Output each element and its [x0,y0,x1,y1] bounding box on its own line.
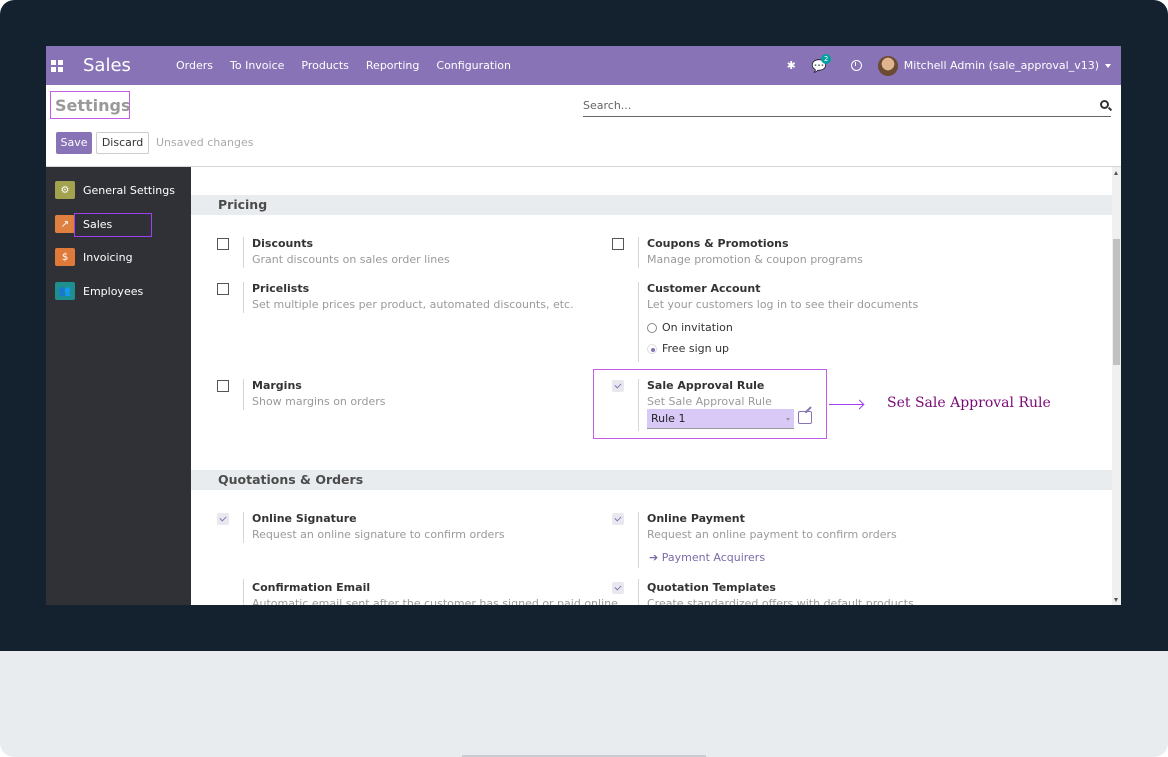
search-input[interactable]: Search... [583,96,1111,117]
menu-orders[interactable]: Orders [176,59,213,72]
section-header-quotations: Quotations & Orders [191,470,1112,490]
sale-approval-checkbox[interactable] [612,380,624,392]
scroll-up-icon[interactable] [1114,171,1118,175]
app-brand[interactable]: Sales [83,55,165,76]
online-payment-checkbox[interactable] [612,513,624,525]
customer-account-desc: Let your customers log in to see their d… [647,298,919,311]
payment-acquirers-link[interactable]: ➔ Payment Acquirers [649,551,765,564]
quotation-templates-title: Quotation Templates [647,581,776,594]
user-menu[interactable]: Mitchell Admin (sale_approval_v13) [904,59,1099,72]
app-screen: Sales Orders To Invoice Products Reporti… [46,46,1121,605]
discounts-checkbox[interactable] [217,238,229,250]
divider [638,579,639,605]
save-button[interactable]: Save [56,132,92,154]
customer-account-title: Customer Account [647,282,761,295]
search-icon[interactable] [1100,100,1109,109]
chevron-down-icon[interactable] [786,418,790,421]
users-icon: 👥 [55,282,75,300]
pricelists-desc: Set multiple prices per product, automat… [252,298,574,311]
sidebar-item-label: Employees [83,284,144,298]
device-frame: Sales Orders To Invoice Products Reporti… [0,0,1168,757]
divider [243,379,244,410]
divider [638,512,639,568]
menu-configuration[interactable]: Configuration [436,59,511,72]
payment-acquirers-label: Payment Acquirers [661,551,766,564]
discounts-title: Discounts [252,237,313,250]
sale-approval-rule-value: Rule 1 [651,412,686,425]
menu-products[interactable]: Products [301,59,349,72]
page-title: Settings [55,96,131,115]
chart-icon: ↗ [55,215,75,233]
menu-reporting[interactable]: Reporting [366,59,419,72]
radio-label-on-invitation: On invitation [662,321,733,334]
settings-sidebar: ⚙ General Settings ↗ Sales $ Invoicing 👥… [46,167,191,605]
online-signature-title: Online Signature [252,512,357,525]
coupons-checkbox[interactable] [612,238,624,250]
divider [243,512,244,543]
chat-badge: 2 [820,53,832,64]
search-placeholder: Search... [583,99,632,112]
divider [243,237,244,268]
sale-approval-rule-select[interactable]: Rule 1 [647,409,794,429]
external-link-icon[interactable] [798,411,812,424]
pricelists-title: Pricelists [252,282,310,295]
section-title: Pricing [218,197,268,212]
coupons-desc: Manage promotion & coupon programs [647,253,863,266]
chat-icon[interactable]: 💬 2 [812,53,832,73]
sidebar-item-label: Invoicing [83,250,133,264]
control-panel: Settings Search... Save Discard Unsaved … [46,85,1121,167]
top-navbar: Sales Orders To Invoice Products Reporti… [46,46,1121,85]
sidebar-item-invoicing[interactable]: $ Invoicing [55,247,133,267]
quotation-templates-checkbox[interactable] [612,582,624,594]
scroll-down-icon[interactable] [1114,598,1118,602]
quotation-templates-desc: Create standardized offers with default … [647,597,914,605]
annotation-text: Set Sale Approval Rule [887,395,1051,411]
arrow-right-icon: ➔ [649,551,659,564]
scroll-thumb[interactable] [1113,239,1120,365]
discard-button[interactable]: Discard [96,132,149,154]
divider [243,579,244,605]
content-scrollbar[interactable] [1112,167,1121,605]
unsaved-status: Unsaved changes [156,136,254,149]
margins-checkbox[interactable] [217,380,229,392]
navbar-systray: ✱ 💬 2 Mitchell Admin (sale_approval_v13) [787,46,1121,85]
bug-icon[interactable]: ✱ [787,59,796,72]
divider [638,379,639,431]
radio-label-free-sign-up: Free sign up [662,342,730,355]
confirmation-email-desc: Automatic email sent after the customer … [252,597,618,605]
settings-content: Pricing Discounts Grant discounts on sal… [191,167,1112,605]
sidebar-item-employees[interactable]: 👥 Employees [55,281,143,301]
confirmation-email-title: Confirmation Email [252,581,371,594]
main-menu: Orders To Invoice Products Reporting Con… [176,59,528,72]
gear-icon: ⚙ [55,181,75,199]
online-signature-desc: Request an online signature to confirm o… [252,528,505,541]
online-payment-title: Online Payment [647,512,745,525]
annotation-arrow [829,404,863,405]
divider [243,282,244,313]
online-signature-checkbox[interactable] [217,513,229,525]
radio-free-sign-up[interactable] [647,344,657,354]
online-payment-desc: Request an online payment to confirm ord… [647,528,897,541]
divider [638,282,639,362]
avatar[interactable] [877,55,898,76]
margins-desc: Show margins on orders [252,395,386,408]
discounts-desc: Grant discounts on sales order lines [252,253,450,266]
coupons-title: Coupons & Promotions [647,237,789,250]
radio-on-invitation[interactable] [647,323,657,333]
clock-icon[interactable] [850,60,862,71]
invoice-icon: $ [55,248,75,266]
section-title: Quotations & Orders [218,472,364,487]
pricelists-checkbox[interactable] [217,283,229,295]
section-header-pricing: Pricing [191,195,1112,215]
sales-highlight [74,213,152,237]
sale-approval-desc: Set Sale Approval Rule [647,395,772,408]
sidebar-item-label: General Settings [83,183,175,197]
sidebar-item-general-settings[interactable]: ⚙ General Settings [55,180,175,200]
divider [638,237,639,268]
sale-approval-title: Sale Approval Rule [647,379,765,392]
menu-to-invoice[interactable]: To Invoice [230,59,284,72]
margins-title: Margins [252,379,302,392]
apps-menu-icon[interactable] [51,59,63,72]
chevron-down-icon[interactable] [1105,63,1111,68]
